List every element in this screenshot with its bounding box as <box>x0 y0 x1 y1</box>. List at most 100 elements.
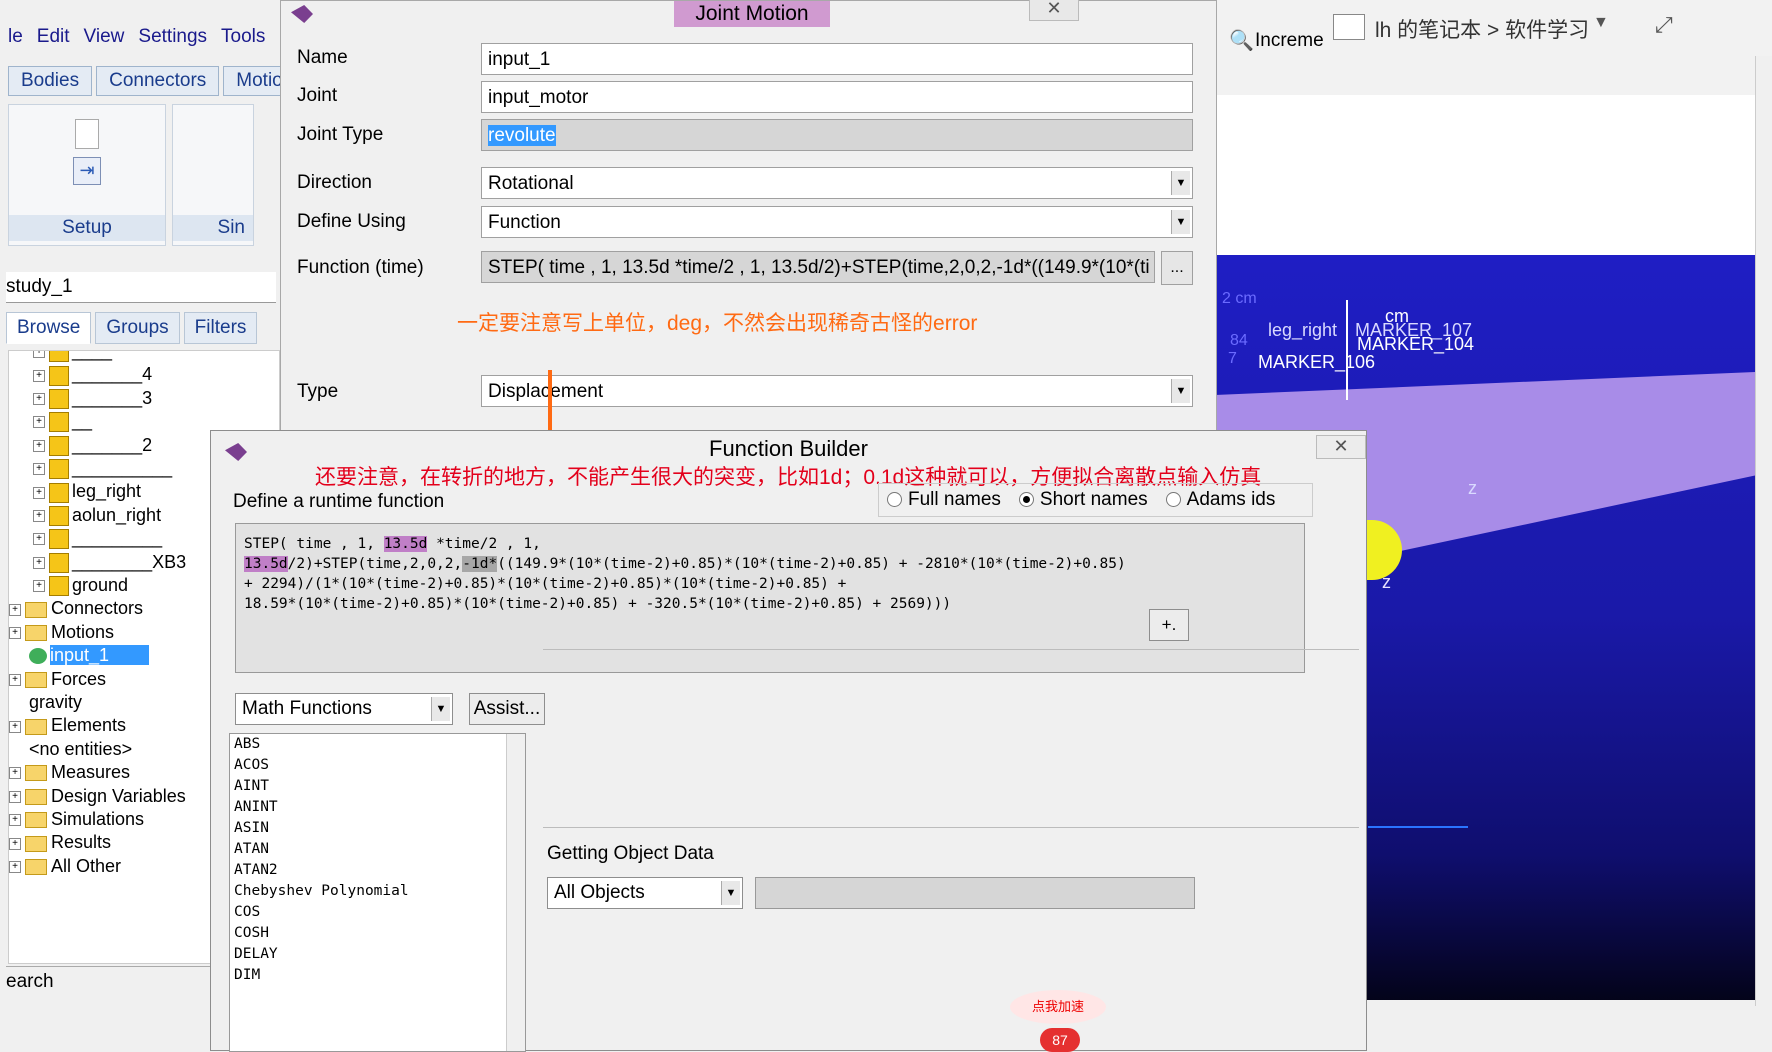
object-filter-select[interactable]: All Objects ▼ <box>547 877 743 909</box>
search-icon[interactable]: 🔍 <box>1229 28 1254 53</box>
onenote-breadcrumb[interactable]: lh 的笔记本 > 软件学习 <box>1375 14 1589 44</box>
tree-item[interactable]: + __ <box>33 409 92 433</box>
tree-item[interactable]: + _______2 <box>33 433 152 457</box>
function-expression-editor[interactable]: STEP( time , 1, 13.5d *time/2 , 1, 13.5d/… <box>235 523 1305 673</box>
tree-item[interactable]: + ground <box>33 573 128 597</box>
function-list[interactable]: ABS ACOS AINT ANINT ASIN ATAN ATAN2 Chebyshev P… <box>229 733 526 1052</box>
tree-item[interactable]: + aolun_right <box>33 503 161 527</box>
expand-icon[interactable]: + <box>9 861 21 874</box>
expand-icon[interactable]: + <box>33 416 45 429</box>
expand-icon[interactable]: + <box>9 720 21 733</box>
name-field[interactable]: input_1 <box>481 43 1193 75</box>
notification-badge[interactable]: 87 <box>1040 1028 1080 1052</box>
function-list-item[interactable]: ACOS <box>230 755 525 776</box>
expand-icon[interactable]: + <box>33 463 45 476</box>
tree-item[interactable]: + Elements <box>9 713 126 737</box>
function-list-item[interactable]: ANINT <box>230 797 525 818</box>
tree-item[interactable]: + Connectors <box>9 596 143 620</box>
menu-tools[interactable]: Tools <box>221 26 265 48</box>
tree-item[interactable]: + Motions <box>9 620 114 644</box>
menu-settings[interactable]: Settings <box>138 26 207 48</box>
object-field[interactable] <box>755 877 1195 909</box>
tab-connectors[interactable]: Connectors <box>96 66 220 96</box>
type-select[interactable]: Displacement ▼ <box>481 375 1193 407</box>
chevron-down-icon[interactable]: ▼ <box>1593 14 1609 32</box>
tab-filters[interactable]: Filters <box>183 312 258 344</box>
expand-icon[interactable]: ⤢ <box>1655 12 1673 38</box>
expand-icon[interactable]: + <box>9 627 21 640</box>
document-icon[interactable] <box>75 119 99 149</box>
menu-file[interactable]: le <box>8 26 23 48</box>
function-list-item[interactable]: ASIN <box>230 818 525 839</box>
function-list-item[interactable]: AINT <box>230 776 525 797</box>
tree-item[interactable]: + Design Variables <box>9 784 186 808</box>
function-list-item[interactable]: ATAN2 <box>230 860 525 881</box>
import-icon[interactable]: ⇥ <box>73 157 101 185</box>
tree-item[interactable]: + Forces <box>9 667 106 691</box>
expand-icon[interactable]: + <box>9 837 21 850</box>
tab-bodies[interactable]: Bodies <box>8 66 93 96</box>
expand-icon[interactable]: + <box>9 767 21 780</box>
menu-view[interactable]: View <box>84 26 125 48</box>
list-scrollbar[interactable] <box>506 734 525 1051</box>
radio-button[interactable] <box>1165 492 1181 508</box>
expand-icon[interactable]: + <box>9 814 21 827</box>
tree-item[interactable]: + _________ <box>33 526 162 550</box>
function-builder-button[interactable]: ... <box>1161 251 1193 285</box>
chevron-down-icon[interactable]: ▼ <box>1171 379 1190 403</box>
menu-edit[interactable]: Edit <box>37 26 70 48</box>
tree-item[interactable]: input_1 <box>29 643 150 667</box>
tab-browse[interactable]: Browse <box>6 312 92 344</box>
expand-icon[interactable]: + <box>9 603 21 616</box>
tree-item[interactable]: + ____ <box>33 351 112 363</box>
insert-button[interactable]: +. <box>1149 609 1189 641</box>
function-list-item[interactable]: DELAY <box>230 944 525 965</box>
tree-item[interactable]: + _______4 <box>33 362 152 386</box>
accelerate-bubble[interactable]: 点我加速 <box>1010 990 1106 1024</box>
joint-field[interactable]: input_motor <box>481 81 1193 113</box>
define-using-select[interactable]: Function ▼ <box>481 206 1193 238</box>
chevron-down-icon[interactable]: ▼ <box>431 697 450 721</box>
chevron-down-icon[interactable]: ▼ <box>1171 171 1190 195</box>
radio-button[interactable] <box>887 492 902 508</box>
close-icon[interactable]: ✕ <box>1029 0 1079 21</box>
tree-item[interactable]: gravity <box>29 690 82 714</box>
direction-select[interactable]: Rotational ▼ <box>481 167 1193 199</box>
expand-icon[interactable]: + <box>9 790 21 803</box>
assist-button[interactable]: Assist... <box>469 693 545 725</box>
function-field[interactable]: STEP( time , 1, 13.5d *time/2 , 1, 13.5d… <box>481 251 1155 283</box>
tree-item[interactable]: + Measures <box>9 760 130 784</box>
tree-item[interactable]: + _______3 <box>33 386 152 410</box>
tree-item[interactable]: <no entities> <box>29 737 132 761</box>
radio-adams-ids[interactable]: Adams ids <box>1165 489 1275 511</box>
expand-icon[interactable]: + <box>33 486 45 499</box>
expand-icon[interactable]: + <box>33 580 45 593</box>
tab-groups[interactable]: Groups <box>95 312 180 344</box>
notebook-icon[interactable] <box>1333 14 1365 40</box>
expand-icon[interactable]: + <box>9 673 21 686</box>
radio-short-names[interactable]: Short names <box>1018 489 1148 511</box>
expand-icon[interactable]: + <box>33 556 45 569</box>
function-list-item[interactable]: ATAN <box>230 839 525 860</box>
expand-icon[interactable]: + <box>33 439 45 452</box>
setup-button[interactable]: Setup <box>9 215 165 241</box>
function-list-item[interactable]: COSH <box>230 923 525 944</box>
function-list-item[interactable]: COS <box>230 902 525 923</box>
radio-full-names[interactable]: Full names <box>887 489 1001 511</box>
function-list-item[interactable]: ABS <box>230 734 525 755</box>
tree-item[interactable]: + leg_right <box>33 479 141 503</box>
function-list-item[interactable]: DIM <box>230 965 525 986</box>
tree-item[interactable]: + Results <box>9 830 111 854</box>
simulate-button[interactable]: Sin <box>173 215 253 241</box>
tree-item[interactable]: + All Other <box>9 854 121 878</box>
function-list-item[interactable]: Chebyshev Polynomial <box>230 881 525 902</box>
expand-icon[interactable]: + <box>33 393 45 406</box>
tree-item[interactable]: + __________ <box>33 456 172 480</box>
radio-button[interactable] <box>1018 492 1034 508</box>
tree-item[interactable]: + Simulations <box>9 807 144 831</box>
close-icon[interactable]: ✕ <box>1316 435 1366 459</box>
category-select[interactable]: Math Functions ▼ <box>235 693 453 725</box>
expand-icon[interactable]: + <box>33 510 45 523</box>
chevron-down-icon[interactable]: ▼ <box>1171 210 1190 234</box>
tree-item[interactable]: + ________XB3 <box>33 550 186 574</box>
